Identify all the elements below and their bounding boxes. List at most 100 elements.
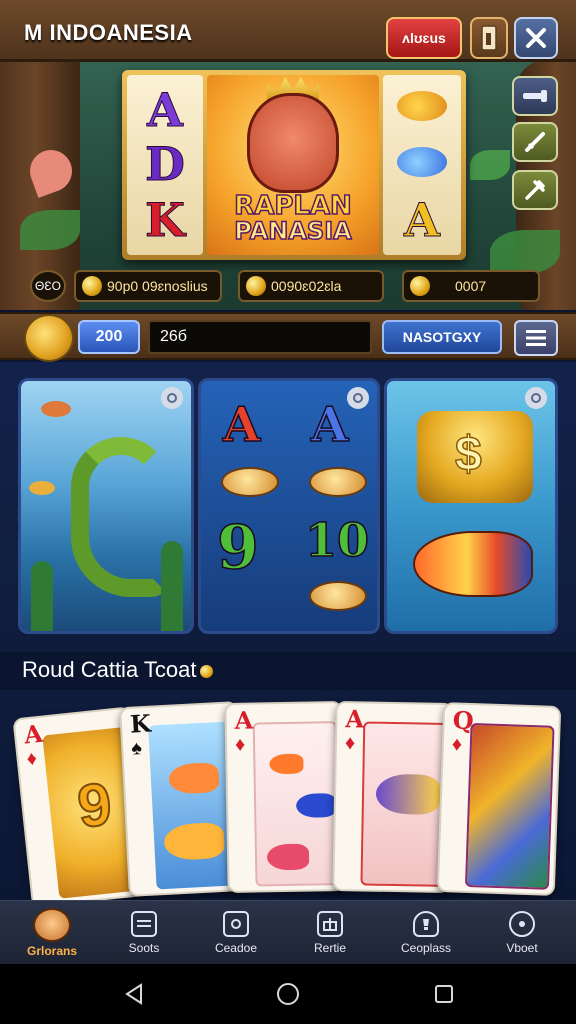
reel-symbol: D bbox=[145, 137, 186, 192]
door-button[interactable] bbox=[470, 17, 508, 59]
tab-rertie[interactable]: Rertie bbox=[282, 901, 378, 965]
card-art bbox=[464, 722, 555, 890]
control-strip: 200 26б NASOTGXY bbox=[0, 312, 576, 362]
menu-button[interactable] bbox=[514, 320, 558, 356]
small-fish-icon bbox=[41, 401, 71, 417]
door-icon bbox=[481, 25, 497, 51]
counters-row: ΘƐO 90р0 09ɛnoslius 0090ɛ02ɛla 0007 bbox=[0, 270, 576, 304]
lines-value: 26б bbox=[160, 328, 187, 345]
leaf-decoration bbox=[20, 210, 80, 250]
games-grid: A A 9 10 $ bbox=[0, 362, 576, 652]
seaweed-decoration bbox=[31, 561, 53, 631]
cards-carousel[interactable]: 9 A ♦ K ♠ A ♦ A ♦ Q ♦ bbox=[0, 690, 576, 900]
coin-icon bbox=[200, 664, 214, 678]
title-text: INDOANESIA bbox=[49, 20, 193, 45]
logo-line-1: RAPLAN bbox=[233, 191, 352, 221]
lines-display: 26б bbox=[148, 320, 372, 354]
game-tile-eel[interactable] bbox=[18, 378, 194, 634]
card-art bbox=[360, 721, 448, 887]
tab-label: Rertie bbox=[313, 941, 346, 955]
level-badge: ΘƐO bbox=[30, 270, 66, 302]
tab-label: Ceoplass bbox=[400, 941, 452, 955]
clownfish-icon bbox=[413, 531, 533, 597]
tab-label: Soots bbox=[128, 941, 160, 955]
menu-icon bbox=[526, 330, 546, 346]
small-fish-icon bbox=[29, 481, 55, 495]
reel-right: A bbox=[383, 75, 461, 255]
symbol-9: 9 bbox=[216, 512, 259, 584]
balance-value: 90р0 09ɛnoslius bbox=[107, 278, 208, 294]
bet-button[interactable]: 200 bbox=[78, 320, 140, 354]
side-tools-button[interactable] bbox=[512, 170, 558, 210]
info-icon[interactable] bbox=[525, 387, 547, 409]
home-button[interactable] bbox=[272, 978, 304, 1010]
badge-icon bbox=[223, 911, 249, 937]
spin-label: NASOTGXY bbox=[402, 329, 482, 345]
reel-symbol: K bbox=[145, 193, 186, 248]
dollar-symbol: $ bbox=[454, 427, 482, 482]
card-rank: A bbox=[22, 718, 45, 750]
playing-card[interactable]: Q ♦ bbox=[436, 701, 562, 897]
card-suit: ♦ bbox=[344, 732, 356, 755]
card-suit: ♦ bbox=[25, 747, 39, 771]
coin-icon bbox=[410, 276, 430, 296]
reel-center: RAPLAN PANASIA bbox=[207, 75, 379, 255]
home-circle-icon bbox=[277, 983, 299, 1005]
recents-button[interactable] bbox=[428, 978, 460, 1010]
card-rank: A bbox=[234, 705, 254, 735]
system-nav-bar bbox=[0, 964, 576, 1024]
seaweed-decoration bbox=[161, 541, 183, 631]
trophy-icon bbox=[413, 911, 439, 937]
win-counter: 0090ɛ02ɛla bbox=[238, 270, 384, 302]
card-art-number: 9 bbox=[73, 769, 115, 841]
tools-icon bbox=[525, 180, 545, 200]
key-icon bbox=[523, 90, 547, 102]
crab-icon bbox=[309, 467, 367, 497]
gift-icon bbox=[317, 911, 343, 937]
balance-counter: 90р0 09ɛnoslius bbox=[74, 270, 222, 302]
game-tile-coins[interactable]: $ bbox=[384, 378, 558, 634]
tab-label: Vboet bbox=[506, 941, 538, 955]
reel-symbol: A bbox=[147, 83, 184, 138]
crab-icon bbox=[221, 467, 279, 497]
spin-button[interactable]: NASOTGXY bbox=[382, 320, 502, 354]
tab-home[interactable]: Grlorans bbox=[4, 901, 100, 965]
credits-value: 0007 bbox=[455, 278, 487, 294]
eel-creature bbox=[71, 437, 171, 597]
playing-card[interactable]: A ♦ bbox=[224, 700, 346, 894]
win-value: 0090ɛ02ɛla bbox=[271, 278, 342, 294]
info-icon[interactable] bbox=[347, 387, 369, 409]
section-title: Roud Cattia Tcoat bbox=[22, 657, 218, 683]
info-icon[interactable] bbox=[161, 387, 183, 409]
logo-line-2: PANASIA bbox=[234, 217, 353, 245]
game-logo: RAPLAN PANASIA bbox=[207, 191, 379, 245]
crab-icon bbox=[309, 581, 367, 611]
coin-pile: $ bbox=[417, 411, 533, 503]
tab-vboet[interactable]: Vboet bbox=[474, 901, 570, 965]
card-rank: Q bbox=[452, 705, 475, 736]
card-suit: ♠ bbox=[130, 737, 143, 760]
game-tile-letters[interactable]: A A 9 10 bbox=[198, 378, 380, 634]
tab-ceadoe[interactable]: Ceadoe bbox=[188, 901, 284, 965]
fish-icon bbox=[295, 793, 337, 818]
level-badge-text: ΘƐO bbox=[35, 279, 61, 293]
puffer-fish-icon bbox=[397, 91, 447, 121]
bet-label: 200 bbox=[95, 328, 123, 345]
side-key-button[interactable] bbox=[512, 76, 558, 116]
red-action-button[interactable]: ʌlʊɛus bbox=[386, 17, 462, 59]
sun-coin-icon bbox=[24, 314, 74, 362]
side-sword-button[interactable] bbox=[512, 122, 558, 162]
red-action-label: ʌlʊɛus bbox=[402, 30, 446, 46]
title-prefix: M bbox=[24, 20, 43, 45]
tab-ceoplass[interactable]: Ceoplass bbox=[378, 901, 474, 965]
close-button[interactable] bbox=[514, 17, 558, 59]
tab-soots[interactable]: Soots bbox=[96, 901, 192, 965]
back-button[interactable] bbox=[118, 978, 150, 1010]
slot-reels[interactable]: A D K RAPLAN PANASIA A bbox=[122, 70, 466, 260]
reel-symbol: A bbox=[404, 193, 441, 248]
fish-icon bbox=[163, 821, 226, 862]
blue-fish-icon bbox=[397, 147, 447, 177]
credits-counter: 0007 bbox=[402, 270, 540, 302]
playing-card[interactable]: A ♦ bbox=[332, 700, 454, 894]
symbol-10: 10 bbox=[304, 512, 370, 568]
